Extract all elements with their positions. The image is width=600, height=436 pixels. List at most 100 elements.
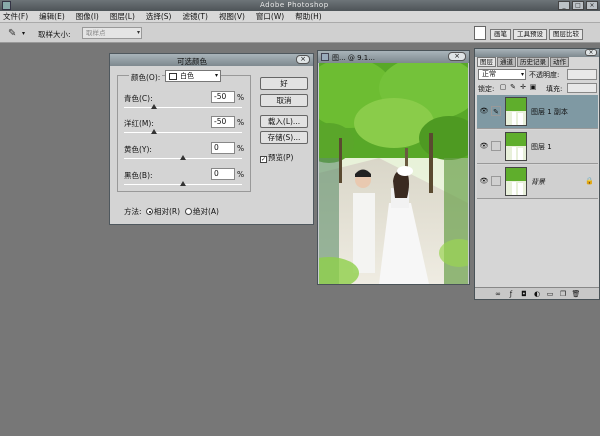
layer-name[interactable]: 图层 1 副本 bbox=[531, 107, 568, 117]
menu-window[interactable]: 窗口(W) bbox=[256, 11, 284, 22]
tab-brushes[interactable]: 画笔 bbox=[490, 29, 511, 40]
layers-panel: × 图层 通道 历史记录 动作 正常 ▾ 不透明度: 锁定: ▢ ✎ ✛ ▣ 填… bbox=[474, 48, 600, 300]
tab-tool-presets[interactable]: 工具预设 bbox=[513, 29, 547, 40]
layer-row[interactable]: 👁 背景 🔒 bbox=[477, 165, 598, 199]
load-button[interactable]: 载入(L)... bbox=[260, 115, 308, 128]
magenta-slider-track[interactable] bbox=[124, 132, 242, 133]
menu-image[interactable]: 图像(I) bbox=[76, 11, 99, 22]
layer-row[interactable]: 👁 图层 1 bbox=[477, 130, 598, 164]
opacity-input[interactable] bbox=[567, 69, 597, 80]
magenta-unit: % bbox=[237, 118, 245, 127]
eye-icon[interactable]: 👁 bbox=[479, 141, 489, 151]
black-slider-thumb[interactable] bbox=[180, 181, 186, 186]
dialog-title-bar[interactable]: 可选颜色 × bbox=[110, 54, 313, 66]
layer-style-icon[interactable]: ƒ bbox=[507, 290, 516, 298]
layers-footer: ∞ ƒ ◘ ◐ ▭ ❐ 🗑 bbox=[475, 287, 599, 299]
cyan-slider-thumb[interactable] bbox=[150, 104, 157, 109]
tab-history[interactable]: 历史记录 bbox=[517, 57, 549, 67]
preview-label: 预览(P) bbox=[268, 153, 294, 162]
link-icon[interactable] bbox=[491, 176, 501, 186]
black-input[interactable]: 0 bbox=[211, 168, 235, 180]
color-select[interactable]: 白色 ▾ bbox=[165, 70, 221, 82]
photo-illustration bbox=[319, 63, 468, 284]
selective-color-dialog: 可选颜色 × 颜色(O): 白色 ▾ 青色(C): -50 % 洋红(M): -… bbox=[109, 53, 314, 225]
cancel-button[interactable]: 取消 bbox=[260, 94, 308, 107]
mask-icon[interactable]: ◘ bbox=[520, 290, 529, 298]
eyedropper-icon[interactable]: ✎ bbox=[8, 28, 16, 39]
layer-row[interactable]: 👁 ✎ 图层 1 副本 bbox=[477, 95, 598, 129]
link-icon[interactable] bbox=[491, 141, 501, 151]
new-layer-icon[interactable]: ❐ bbox=[559, 290, 568, 298]
adjustment-layer-icon[interactable]: ◐ bbox=[533, 290, 542, 298]
layer-thumbnail bbox=[505, 132, 527, 161]
window-controls: _ □ × bbox=[558, 1, 598, 10]
colors-label: 颜色(O): bbox=[129, 72, 163, 83]
eye-icon[interactable]: 👁 bbox=[479, 176, 489, 186]
menu-view[interactable]: 视图(V) bbox=[219, 11, 245, 22]
image-document-window: 图... @ 9.1... × bbox=[317, 50, 470, 285]
dialog-close-button[interactable]: × bbox=[296, 55, 310, 64]
trash-icon[interactable]: 🗑 bbox=[572, 290, 581, 298]
layer-name[interactable]: 图层 1 bbox=[531, 142, 552, 152]
sample-size-select[interactable]: 取样点 ▾ bbox=[82, 27, 142, 39]
layer-thumbnail bbox=[505, 97, 527, 126]
chevron-down-icon: ▾ bbox=[136, 29, 140, 36]
layers-panel-title-bar[interactable]: × bbox=[475, 49, 599, 57]
close-button[interactable]: × bbox=[586, 1, 598, 10]
lock-all-icon[interactable]: ▣ bbox=[529, 83, 537, 91]
magenta-input[interactable]: -50 bbox=[211, 116, 235, 128]
chevron-down-icon: ▾ bbox=[520, 71, 524, 78]
opacity-label: 不透明度: bbox=[529, 71, 560, 79]
blend-mode-value: 正常 bbox=[482, 70, 496, 78]
menu-layer[interactable]: 图层(L) bbox=[110, 11, 135, 22]
method-relative-radio[interactable]: 相对(R) bbox=[146, 206, 180, 217]
black-unit: % bbox=[237, 170, 245, 179]
cyan-input[interactable]: -50 bbox=[211, 91, 235, 103]
yellow-input[interactable]: 0 bbox=[211, 142, 235, 154]
image-window-close-button[interactable]: × bbox=[448, 52, 466, 61]
link-layers-icon[interactable]: ∞ bbox=[494, 290, 503, 298]
fill-input[interactable] bbox=[567, 83, 597, 93]
layers-panel-close-button[interactable]: × bbox=[585, 49, 597, 56]
checkmark-icon: ✓ bbox=[260, 156, 267, 163]
preview-checkbox[interactable]: ✓ 预览(P) bbox=[260, 152, 293, 163]
menu-edit[interactable]: 编辑(E) bbox=[39, 11, 65, 22]
lock-move-icon[interactable]: ✛ bbox=[519, 83, 527, 91]
method-absolute-radio[interactable]: 绝对(A) bbox=[185, 206, 219, 217]
menu-filter[interactable]: 滤镜(T) bbox=[183, 11, 208, 22]
dialog-title: 可选颜色 bbox=[177, 57, 207, 66]
tab-actions[interactable]: 动作 bbox=[550, 57, 569, 67]
tab-layer-comps[interactable]: 图层比较 bbox=[549, 29, 583, 40]
blend-mode-select[interactable]: 正常 ▾ bbox=[478, 69, 526, 80]
tab-channels[interactable]: 通道 bbox=[497, 57, 516, 67]
yellow-label: 黄色(Y): bbox=[124, 145, 152, 154]
radio-icon bbox=[185, 208, 192, 215]
sample-size-label: 取样大小: bbox=[38, 30, 71, 39]
yellow-slider-thumb[interactable] bbox=[180, 155, 186, 160]
magenta-slider-thumb[interactable] bbox=[150, 129, 157, 134]
menu-help[interactable]: 帮助(H) bbox=[295, 11, 322, 22]
eye-icon[interactable]: 👁 bbox=[479, 106, 489, 116]
layer-name[interactable]: 背景 bbox=[531, 177, 545, 187]
brush-icon[interactable]: ✎ bbox=[491, 106, 501, 116]
color-select-value: 白色 bbox=[180, 72, 194, 80]
lock-brush-icon[interactable]: ✎ bbox=[509, 83, 517, 91]
options-bar: ✎ ▾ 取样大小: 取样点 ▾ 画笔 工具预设 图层比较 bbox=[0, 23, 600, 43]
wedding-photo-canvas[interactable] bbox=[319, 63, 468, 284]
maximize-button[interactable]: □ bbox=[572, 1, 584, 10]
lock-transparent-icon[interactable]: ▢ bbox=[499, 83, 507, 91]
menu-select[interactable]: 选择(S) bbox=[146, 11, 172, 22]
palette-well: 画笔 工具预设 图层比较 bbox=[490, 29, 583, 40]
image-window-title-bar[interactable]: 图... @ 9.1... × bbox=[318, 51, 469, 63]
ok-button[interactable]: 好 bbox=[260, 77, 308, 90]
layer-thumbnail-image bbox=[506, 133, 526, 160]
save-button[interactable]: 存储(S)... bbox=[260, 131, 308, 144]
tab-layers[interactable]: 图层 bbox=[477, 57, 496, 67]
tool-preset-arrow-icon[interactable]: ▾ bbox=[22, 30, 25, 37]
minimize-button[interactable]: _ bbox=[558, 1, 570, 10]
menu-file[interactable]: 文件(F) bbox=[3, 11, 28, 22]
cyan-slider-track[interactable] bbox=[124, 107, 242, 108]
new-group-icon[interactable]: ▭ bbox=[546, 290, 555, 298]
menu-bar: 文件(F) 编辑(E) 图像(I) 图层(L) 选择(S) 滤镜(T) 视图(V… bbox=[0, 11, 600, 23]
file-browser-icon[interactable] bbox=[474, 26, 486, 40]
